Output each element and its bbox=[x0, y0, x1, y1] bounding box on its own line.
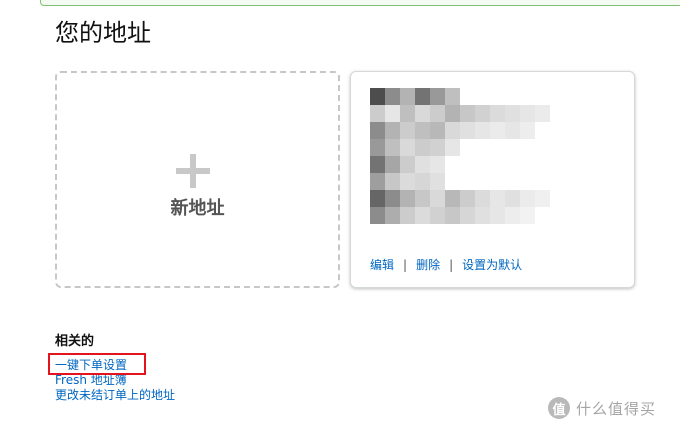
blur-pixel bbox=[505, 122, 520, 139]
blur-pixel bbox=[400, 122, 415, 139]
blur-pixel bbox=[370, 122, 385, 139]
blur-pixel bbox=[415, 88, 430, 105]
related-item: Fresh 地址簿 bbox=[55, 373, 175, 388]
blur-pixel bbox=[430, 105, 445, 122]
blur-pixel bbox=[415, 207, 430, 224]
related-heading: 相关的 bbox=[55, 334, 95, 349]
blur-pixel bbox=[445, 190, 460, 207]
blur-pixel bbox=[370, 207, 385, 224]
blur-pixel bbox=[370, 105, 385, 122]
action-separator: | bbox=[449, 258, 454, 272]
blur-pixel bbox=[385, 88, 400, 105]
blur-pixel bbox=[490, 207, 505, 224]
blur-pixel bbox=[400, 190, 415, 207]
blur-pixel bbox=[370, 156, 385, 173]
blur-pixel bbox=[445, 139, 460, 156]
blur-pixel bbox=[400, 173, 415, 190]
blur-pixel bbox=[370, 88, 385, 105]
blur-pixel bbox=[535, 190, 550, 207]
related-item: 更改未结订单上的地址 bbox=[55, 388, 175, 403]
blur-pixel bbox=[430, 173, 445, 190]
fresh-address-book-link[interactable]: Fresh 地址簿 bbox=[55, 373, 127, 387]
blurred-address-text bbox=[370, 88, 550, 224]
blur-pixel bbox=[445, 207, 460, 224]
blur-pixel bbox=[490, 190, 505, 207]
plus-icon bbox=[176, 154, 210, 188]
blur-pixel bbox=[385, 190, 400, 207]
action-separator: | bbox=[403, 258, 408, 272]
blur-pixel bbox=[415, 105, 430, 122]
blur-pixel bbox=[385, 156, 400, 173]
blur-pixel bbox=[460, 122, 475, 139]
blur-pixel bbox=[385, 122, 400, 139]
blur-pixel bbox=[430, 88, 445, 105]
blur-pixel bbox=[445, 88, 460, 105]
page-title: 您的地址 bbox=[55, 19, 151, 47]
blur-pixel bbox=[445, 122, 460, 139]
blur-pixel bbox=[370, 173, 385, 190]
blur-pixel bbox=[505, 207, 520, 224]
blur-pixel bbox=[475, 122, 490, 139]
blur-pixel bbox=[400, 156, 415, 173]
blur-pixel bbox=[385, 105, 400, 122]
watermark-logo: 值 bbox=[548, 397, 570, 419]
delete-address-link[interactable]: 删除 bbox=[416, 258, 440, 272]
blur-pixel bbox=[370, 139, 385, 156]
set-default-address-link[interactable]: 设置为默认 bbox=[462, 258, 522, 272]
add-address-card[interactable]: 新地址 bbox=[55, 71, 340, 288]
blur-pixel bbox=[400, 88, 415, 105]
blur-pixel bbox=[430, 139, 445, 156]
address-card: 编辑 | 删除 | 设置为默认 bbox=[350, 71, 635, 288]
blur-pixel bbox=[460, 207, 475, 224]
blur-pixel bbox=[520, 207, 535, 224]
blur-pixel bbox=[400, 207, 415, 224]
blur-pixel bbox=[475, 190, 490, 207]
blur-pixel bbox=[520, 190, 535, 207]
blur-pixel bbox=[415, 139, 430, 156]
blur-pixel bbox=[430, 190, 445, 207]
blur-pixel bbox=[445, 105, 460, 122]
blur-pixel bbox=[520, 105, 535, 122]
blur-pixel bbox=[415, 173, 430, 190]
blur-pixel bbox=[430, 207, 445, 224]
add-address-label: 新地址 bbox=[170, 198, 225, 219]
blur-pixel bbox=[430, 122, 445, 139]
watermark: 值 什么值得买 bbox=[548, 396, 656, 420]
change-open-order-address-link[interactable]: 更改未结订单上的地址 bbox=[55, 388, 175, 402]
blur-pixel bbox=[490, 105, 505, 122]
blur-pixel bbox=[415, 190, 430, 207]
highlight-annotation-box bbox=[48, 353, 146, 375]
blur-pixel bbox=[385, 173, 400, 190]
watermark-text: 什么值得买 bbox=[576, 399, 657, 418]
blur-pixel bbox=[400, 105, 415, 122]
blur-pixel bbox=[385, 207, 400, 224]
blur-pixel bbox=[400, 139, 415, 156]
blur-pixel bbox=[385, 139, 400, 156]
blur-pixel bbox=[460, 105, 475, 122]
blur-pixel bbox=[475, 105, 490, 122]
blur-pixel bbox=[475, 207, 490, 224]
blur-pixel bbox=[535, 105, 550, 122]
blur-pixel bbox=[370, 190, 385, 207]
blur-pixel bbox=[520, 122, 535, 139]
blur-pixel bbox=[460, 190, 475, 207]
blur-pixel bbox=[505, 105, 520, 122]
address-actions: 编辑 | 删除 | 设置为默认 bbox=[370, 256, 522, 273]
blur-pixel bbox=[490, 122, 505, 139]
top-alert-box bbox=[40, 0, 680, 6]
blur-pixel bbox=[430, 156, 445, 173]
blur-pixel bbox=[505, 190, 520, 207]
blur-pixel bbox=[415, 156, 430, 173]
edit-address-link[interactable]: 编辑 bbox=[370, 258, 394, 272]
blur-pixel bbox=[415, 122, 430, 139]
